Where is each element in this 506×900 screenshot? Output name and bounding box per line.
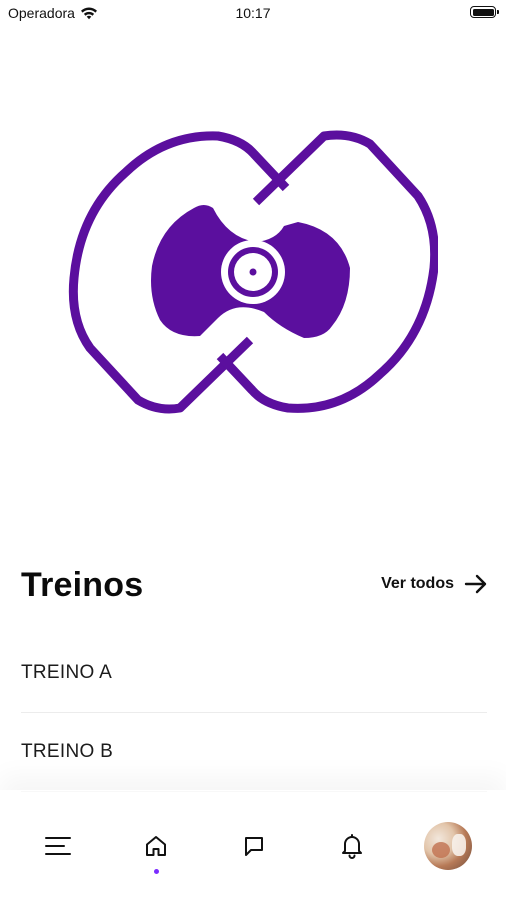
status-bar: Operadora 10:17 — [0, 0, 506, 30]
avatar — [424, 822, 472, 870]
list-item[interactable]: TREINO B — [21, 713, 487, 792]
list-item-label: TREINO B — [21, 741, 114, 762]
vinyl-record-logo — [68, 130, 438, 414]
list-item-label: TREINO A — [21, 662, 113, 683]
bottom-nav — [0, 790, 506, 900]
arrow-right-icon — [464, 574, 487, 594]
section-title: Treinos — [21, 566, 144, 604]
active-indicator — [153, 869, 159, 874]
see-all-label: Ver todos — [381, 575, 454, 592]
nav-profile[interactable] — [420, 818, 476, 874]
workout-list: TREINO A TREINO B — [21, 634, 487, 792]
status-time: 10:17 — [235, 5, 271, 21]
nav-home[interactable] — [128, 818, 184, 874]
nav-chat[interactable] — [226, 818, 282, 874]
list-item[interactable]: TREINO A — [21, 634, 487, 713]
battery-icon — [470, 6, 499, 18]
see-all-link[interactable]: Ver todos — [381, 574, 488, 594]
nav-notifications[interactable] — [324, 818, 380, 874]
nav-menu[interactable] — [30, 818, 86, 874]
menu-icon — [45, 837, 71, 855]
home-icon — [146, 836, 166, 856]
chat-icon — [245, 837, 263, 856]
bell-icon — [342, 834, 362, 859]
